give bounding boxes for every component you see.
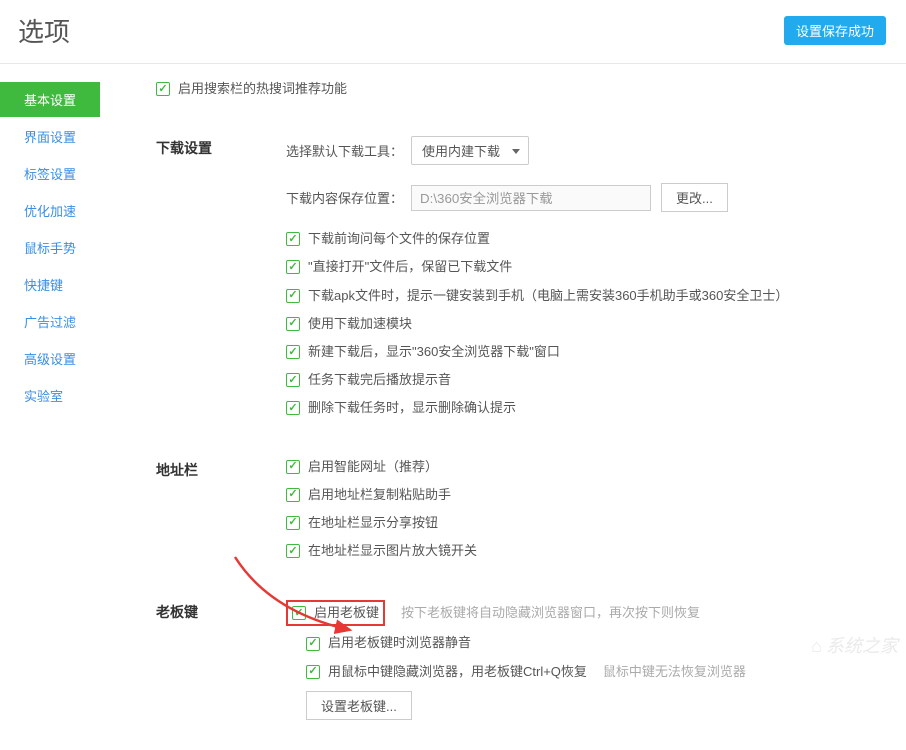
- address-check-2-label: 在地址栏显示分享按钮: [308, 514, 438, 532]
- boss-enable-checkbox[interactable]: [292, 606, 306, 620]
- download-check-1-label: "直接打开"文件后，保留已下载文件: [308, 258, 512, 276]
- download-check-2[interactable]: [286, 289, 300, 303]
- download-check-4[interactable]: [286, 345, 300, 359]
- download-check-2-label: 下载apk文件时，提示一键安装到手机（电脑上需安装360手机助手或360安全卫士…: [308, 287, 788, 305]
- download-check-4-label: 新建下载后，显示"360安全浏览器下载"窗口: [308, 343, 560, 361]
- boss-mute-label: 启用老板键时浏览器静音: [328, 634, 471, 652]
- sidebar-item-tabs[interactable]: 标签设置: [0, 156, 100, 191]
- boss-enable-highlight: 启用老板键: [286, 600, 385, 626]
- address-check-3[interactable]: [286, 544, 300, 558]
- page-title: 选项: [18, 12, 70, 49]
- download-section-title: 下载设置: [156, 136, 286, 427]
- search-hotword-label: 启用搜索栏的热搜词推荐功能: [178, 80, 347, 98]
- watermark: ⌂系统之家: [811, 632, 898, 658]
- sidebar-item-adblock[interactable]: 广告过滤: [0, 304, 100, 339]
- download-check-6[interactable]: [286, 401, 300, 415]
- sidebar-item-shortcuts[interactable]: 快捷键: [0, 267, 100, 302]
- download-path-input[interactable]: [411, 185, 651, 211]
- download-path-label: 下载内容保存位置：: [286, 188, 403, 207]
- sidebar-item-optimize[interactable]: 优化加速: [0, 193, 100, 228]
- boss-enable-label: 启用老板键: [314, 604, 379, 622]
- download-check-5[interactable]: [286, 373, 300, 387]
- download-check-6-label: 删除下载任务时，显示删除确认提示: [308, 399, 516, 417]
- boss-middle-label: 用鼠标中键隐藏浏览器，用老板键Ctrl+Q恢复: [328, 663, 587, 681]
- sidebar-item-lab[interactable]: 实验室: [0, 378, 100, 413]
- sidebar-item-gestures[interactable]: 鼠标手势: [0, 230, 100, 265]
- set-boss-key-button[interactable]: 设置老板键...: [306, 691, 412, 720]
- sidebar-item-advanced[interactable]: 高级设置: [0, 341, 100, 376]
- address-check-1-label: 启用地址栏复制粘贴助手: [308, 486, 451, 504]
- content-area: 启用搜索栏的热搜词推荐功能 下载设置 选择默认下载工具： 使用内建下载 下载内容…: [100, 64, 906, 750]
- sidebar: 基本设置 界面设置 标签设置 优化加速 鼠标手势 快捷键 广告过滤 高级设置 实…: [0, 64, 100, 750]
- save-success-badge: 设置保存成功: [784, 16, 886, 45]
- search-hotword-checkbox[interactable]: [156, 82, 170, 96]
- address-check-3-label: 在地址栏显示图片放大镜开关: [308, 542, 477, 560]
- address-check-0-label: 启用智能网址（推荐）: [308, 458, 438, 476]
- download-check-3[interactable]: [286, 317, 300, 331]
- change-path-button[interactable]: 更改...: [661, 183, 728, 212]
- address-check-0[interactable]: [286, 460, 300, 474]
- boss-middle-hint: 鼠标中键无法恢复浏览器: [603, 663, 746, 681]
- boss-mute-checkbox[interactable]: [306, 637, 320, 651]
- download-check-3-label: 使用下载加速模块: [308, 315, 412, 333]
- sidebar-item-basic[interactable]: 基本设置: [0, 82, 100, 117]
- download-check-0[interactable]: [286, 232, 300, 246]
- boss-section-title: 老板键: [156, 600, 286, 720]
- boss-middle-checkbox[interactable]: [306, 665, 320, 679]
- watermark-icon: ⌂: [811, 636, 822, 657]
- address-check-2[interactable]: [286, 516, 300, 530]
- boss-enable-hint: 按下老板键将自动隐藏浏览器窗口，再次按下则恢复: [401, 604, 700, 622]
- download-check-5-label: 任务下载完后播放提示音: [308, 371, 451, 389]
- sidebar-item-ui[interactable]: 界面设置: [0, 119, 100, 154]
- download-tool-select[interactable]: 使用内建下载: [411, 136, 529, 165]
- address-check-1[interactable]: [286, 488, 300, 502]
- download-check-1[interactable]: [286, 260, 300, 274]
- download-tool-label: 选择默认下载工具：: [286, 141, 403, 160]
- address-section-title: 地址栏: [156, 458, 286, 571]
- download-check-0-label: 下载前询问每个文件的保存位置: [308, 230, 490, 248]
